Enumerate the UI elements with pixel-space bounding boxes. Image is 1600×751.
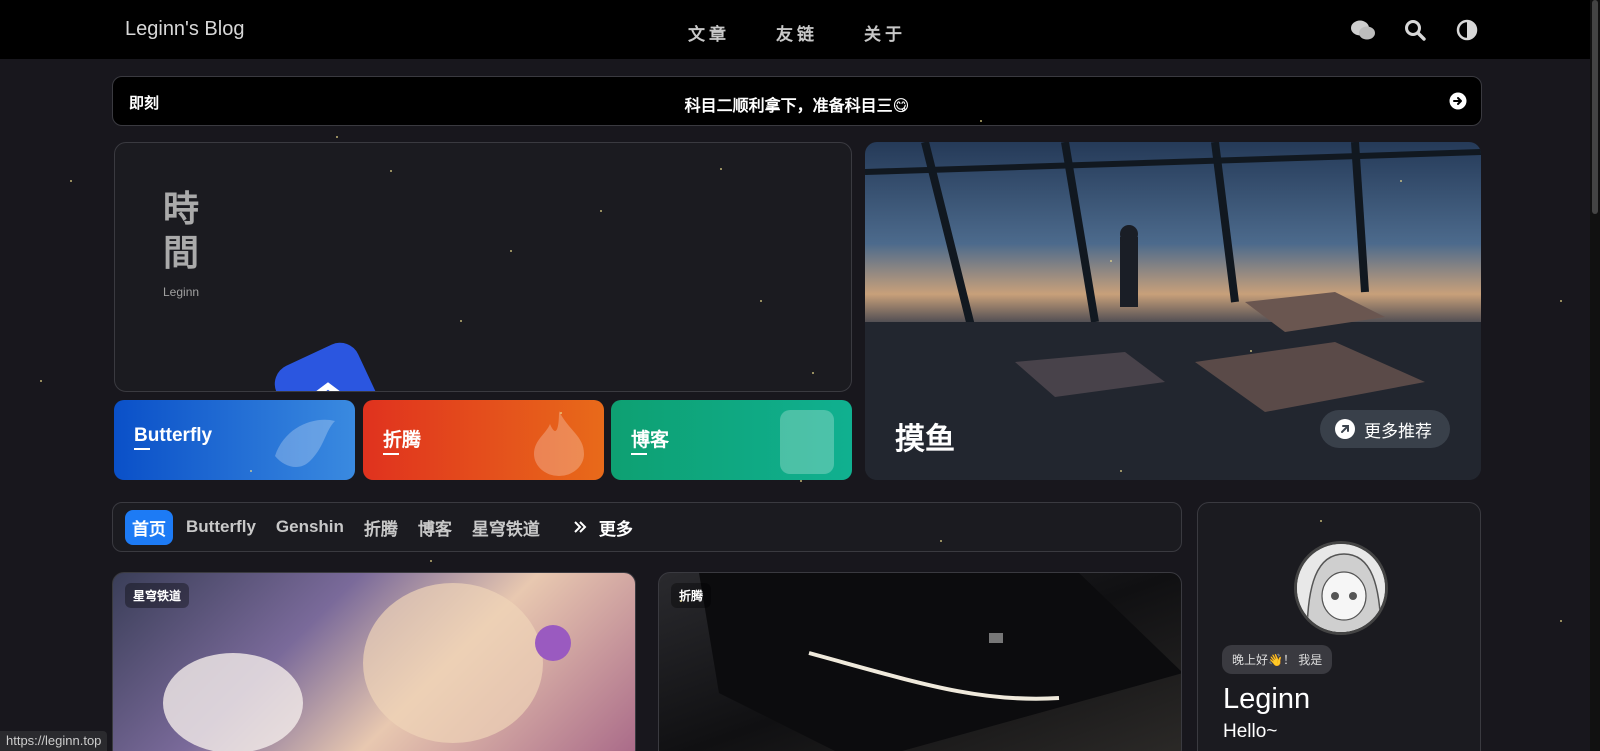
dark-mode-icon[interactable] — [1454, 17, 1480, 43]
avatar[interactable] — [1294, 541, 1388, 635]
ticker-text[interactable]: 科目二顺利拿下，准备科目三😋 — [113, 92, 1481, 116]
feature-label: 摸鱼 — [895, 423, 955, 456]
hero-title: 時 間 — [163, 188, 200, 273]
category-home[interactable]: 首页 — [125, 509, 173, 545]
document-icon — [780, 410, 834, 474]
category-more[interactable]: 更多 — [573, 515, 633, 540]
author-name: Leginn — [1223, 683, 1311, 715]
author-tagline: Hello~ — [1223, 721, 1278, 742]
post-card[interactable]: 星穹铁道 — [112, 572, 636, 751]
feature-card[interactable]: 摸鱼 更多推荐 — [865, 142, 1481, 480]
category-tinkering[interactable]: 折腾 — [357, 510, 405, 545]
flame-icon — [534, 411, 584, 476]
post-card[interactable]: 折腾 — [658, 572, 1182, 751]
greeting-badge: 晚上好👋！ 我是 — [1222, 645, 1333, 674]
blog-logo-icon — [274, 342, 382, 391]
more-recommend-button[interactable]: 更多推荐 — [1320, 410, 1450, 448]
category-starrail[interactable]: 星穹铁道 — [465, 510, 547, 545]
hero-subtitle: Leginn — [163, 285, 200, 299]
category-genshin[interactable]: Genshin — [269, 512, 351, 542]
arrow-right-icon[interactable] — [1449, 92, 1467, 110]
site-brand[interactable]: Leginn's Blog — [125, 18, 244, 41]
category-blog[interactable]: 博客 — [411, 510, 459, 545]
author-card: 晚上好👋！ 我是 Leginn Hello~ — [1197, 502, 1481, 751]
nav-icon-group — [1350, 17, 1480, 43]
hero-banner: 時 間 Leginn — [114, 142, 852, 392]
menu-item-friends[interactable]: 友链 — [776, 20, 818, 45]
wechat-icon[interactable] — [1350, 17, 1376, 43]
category-bar: 首页 Butterfly Genshin 折腾 博客 星穹铁道 更多 — [112, 502, 1182, 552]
top-navbar: Leginn's Blog 文章 友链 关于 — [0, 0, 1600, 59]
post-cover-image — [163, 583, 571, 751]
tile-blog[interactable]: 博客 — [611, 400, 852, 480]
post-cover-image — [699, 573, 1181, 751]
bird-icon — [275, 419, 335, 468]
post-category-tag[interactable]: 折腾 — [671, 583, 712, 608]
category-butterfly[interactable]: Butterfly — [179, 512, 263, 542]
page-scrollbar[interactable] — [1590, 0, 1600, 751]
main-menu: 文章 友链 关于 — [688, 20, 906, 45]
link-status-bar: https://leginn.top — [0, 731, 108, 751]
arrow-up-right-icon — [1335, 419, 1355, 439]
tile-butterfly[interactable]: Butterfly — [114, 400, 355, 480]
menu-item-articles[interactable]: 文章 — [688, 20, 730, 45]
moment-ticker[interactable]: 即刻 科目二顺利拿下，准备科目三😋 — [112, 76, 1482, 126]
scrollbar-thumb[interactable] — [1592, 0, 1598, 214]
menu-item-about[interactable]: 关于 — [864, 20, 906, 45]
tile-tinkering[interactable]: 折腾 — [363, 400, 604, 480]
double-chevron-right-icon — [574, 521, 587, 533]
post-category-tag[interactable]: 星穹铁道 — [125, 583, 190, 608]
search-icon[interactable] — [1402, 17, 1428, 43]
